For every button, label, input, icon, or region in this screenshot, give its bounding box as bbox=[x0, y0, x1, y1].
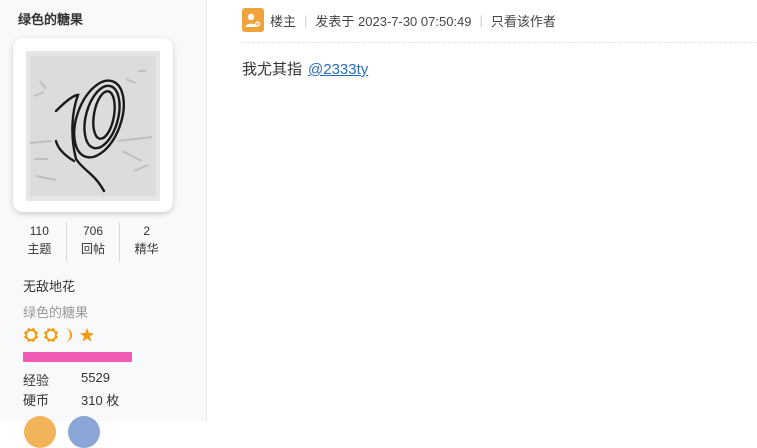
experience-value: 5529 bbox=[81, 370, 110, 385]
thread-starter-icon bbox=[242, 8, 264, 32]
sun-icon bbox=[23, 327, 39, 343]
level-progress-bar bbox=[23, 352, 132, 362]
level-progress-fill bbox=[23, 352, 132, 362]
stat-value: 706 bbox=[82, 224, 104, 238]
user-title: 无敌地花 bbox=[23, 279, 76, 294]
post-text: 我尤其指 bbox=[242, 61, 303, 78]
coins-row: 硬币 310 枚 bbox=[23, 390, 119, 409]
stat-replies[interactable]: 706 回帖 bbox=[65, 222, 120, 262]
user-mention-link[interactable]: @2333ty bbox=[308, 61, 368, 78]
stat-digest[interactable]: 2 精华 bbox=[119, 222, 173, 262]
author-only-link[interactable]: 只看该作者 bbox=[491, 11, 556, 30]
sun-icon bbox=[43, 327, 59, 343]
divider: | bbox=[479, 12, 483, 28]
post-header: 楼主 | 发表于 2023-7-30 07:50:49 | 只看该作者 bbox=[242, 8, 556, 32]
moon-icon bbox=[65, 328, 72, 342]
stat-label: 回帖 bbox=[81, 242, 106, 256]
op-label: 楼主 bbox=[270, 13, 297, 29]
star-icon bbox=[80, 328, 94, 342]
stat-topics[interactable]: 110 主题 bbox=[13, 222, 66, 262]
stat-value: 2 bbox=[143, 224, 151, 238]
divider: | bbox=[304, 12, 308, 28]
experience-row: 经验 5529 bbox=[23, 370, 110, 389]
user-group[interactable]: 绿色的糖果 bbox=[23, 302, 88, 321]
post-content: 我尤其指 @2333ty bbox=[242, 58, 368, 79]
user-stats: 110 主题 706 回帖 2 精华 bbox=[13, 222, 173, 262]
stat-label: 精华 bbox=[134, 242, 159, 256]
avatar-image bbox=[26, 51, 160, 201]
post-timestamp: 发表于 2023-7-30 07:50:49 bbox=[315, 13, 472, 29]
user-profile-sidebar: 绿色的糖果 110 主题 706 回帖 2 精华 无敌地花 绿色的糖果 经验 5… bbox=[0, 0, 207, 448]
experience-label: 经验 bbox=[23, 373, 50, 388]
username[interactable]: 绿色的糖果 bbox=[18, 9, 83, 28]
coins-label: 硬币 bbox=[23, 393, 50, 408]
stat-label: 主题 bbox=[27, 242, 52, 256]
coins-value: 310 枚 bbox=[81, 393, 120, 408]
rank-icons bbox=[23, 326, 95, 344]
header-divider bbox=[242, 42, 757, 43]
stat-value: 110 bbox=[29, 224, 49, 238]
avatar[interactable] bbox=[13, 38, 173, 212]
